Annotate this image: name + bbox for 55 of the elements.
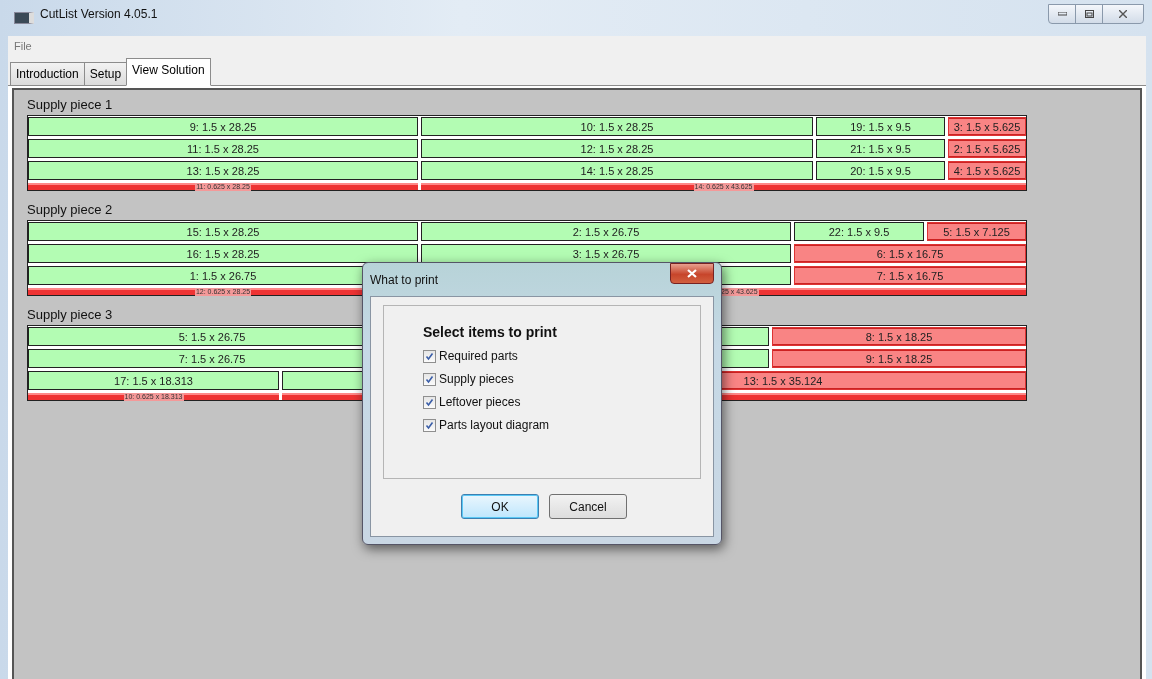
tab[interactable]: View Solution (126, 58, 211, 86)
supply-title: Supply piece 3 (27, 308, 114, 322)
part-piece: 10: 1.5 x 28.25 (421, 117, 813, 136)
option-label: Leftover pieces (439, 395, 521, 409)
dialog-button[interactable]: Cancel (549, 494, 627, 519)
check-icon (425, 420, 434, 430)
dialog-button[interactable]: OK (461, 494, 539, 519)
part-piece: 15: 1.5 x 28.25 (28, 222, 418, 241)
leftover-piece: 9: 1.5 x 18.25 (772, 349, 1026, 368)
option-checkbox[interactable]: Required parts (423, 349, 518, 363)
option-checkbox[interactable]: Supply pieces (423, 372, 514, 386)
supply-title: Supply piece 1 (27, 98, 114, 112)
close-icon (687, 269, 697, 278)
checkbox[interactable] (423, 395, 436, 409)
tab[interactable]: Setup (83, 62, 128, 85)
leftover-piece: 4: 1.5 x 5.625 (948, 161, 1026, 180)
option-checkbox[interactable]: Leftover pieces (423, 395, 521, 409)
app-icon (14, 12, 34, 24)
part-piece: 11: 1.5 x 28.25 (28, 139, 418, 158)
leftover-piece: 6: 1.5 x 16.75 (794, 244, 1026, 263)
maximize-button[interactable] (1075, 4, 1103, 24)
part-piece: 3: 1.5 x 26.75 (421, 244, 791, 263)
tab[interactable]: Introduction (10, 62, 85, 85)
leftover-piece: 5: 1.5 x 7.125 (927, 222, 1026, 241)
part-piece: 2: 1.5 x 26.75 (421, 222, 791, 241)
maximize-icon (1084, 10, 1094, 18)
window-title: CutList Version 4.05.1 (40, 7, 159, 21)
checkbox[interactable] (423, 418, 436, 432)
leftover-piece: 8: 1.5 x 18.25 (772, 327, 1026, 346)
supply-title: Supply piece 2 (27, 203, 114, 217)
part-piece: 20: 1.5 x 9.5 (816, 161, 945, 180)
check-icon (425, 351, 434, 361)
part-piece: 14: 1.5 x 28.25 (421, 161, 813, 180)
part-piece: 17: 1.5 x 18.313 (28, 371, 279, 390)
part-piece: 13: 1.5 x 28.25 (28, 161, 418, 180)
check-icon (425, 397, 434, 407)
dialog-heading: Select items to print (423, 324, 557, 340)
close-button[interactable] (670, 263, 714, 284)
part-piece: 16: 1.5 x 28.25 (28, 244, 418, 263)
part-piece: 19: 1.5 x 9.5 (816, 117, 945, 136)
part-piece: 9: 1.5 x 28.25 (28, 117, 418, 136)
part-piece: 21: 1.5 x 9.5 (816, 139, 945, 158)
option-label: Required parts (439, 349, 518, 363)
minimize-icon (1057, 12, 1067, 16)
menu-item[interactable]: File (12, 39, 34, 52)
checkbox[interactable] (423, 372, 436, 386)
part-piece: 22: 1.5 x 9.5 (794, 222, 924, 241)
checkbox[interactable] (423, 349, 436, 363)
leftover-piece: 7: 1.5 x 16.75 (794, 266, 1026, 285)
close-icon (1119, 10, 1127, 18)
check-icon (425, 374, 434, 384)
part-piece: 12: 1.5 x 28.25 (421, 139, 813, 158)
option-label: Supply pieces (439, 372, 514, 386)
leftover-piece: 2: 1.5 x 5.625 (948, 139, 1026, 158)
leftover-piece: 3: 1.5 x 5.625 (948, 117, 1026, 136)
